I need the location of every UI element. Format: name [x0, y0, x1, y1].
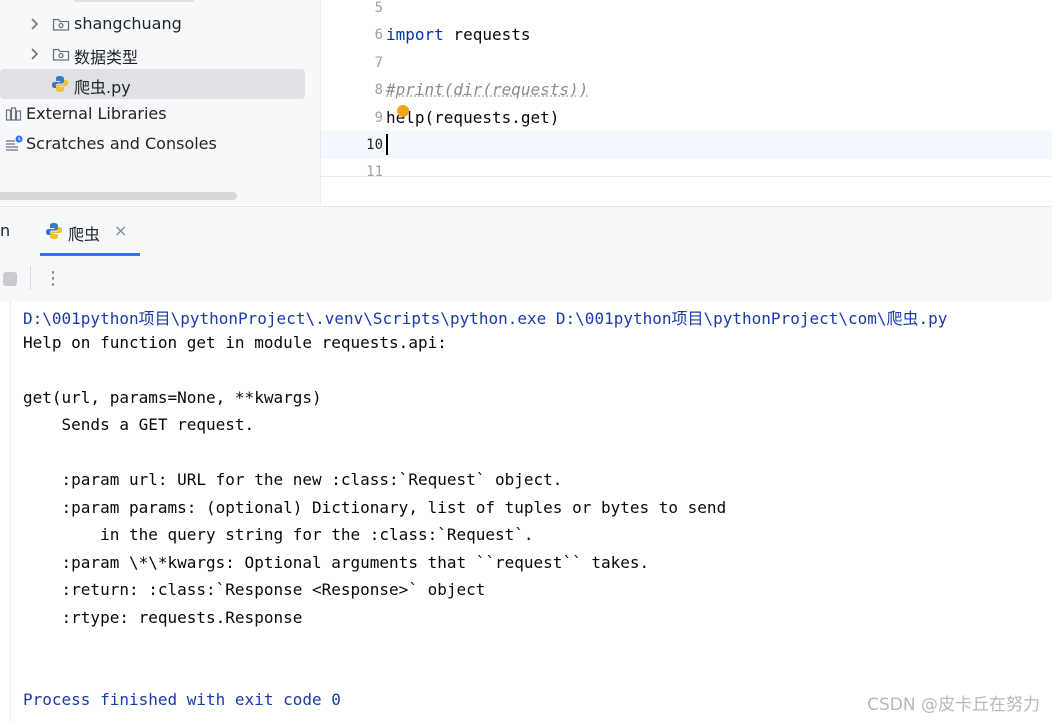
- tree-item-shangchuang[interactable]: shangchuang: [0, 9, 305, 39]
- toolbar-separator: [30, 266, 31, 290]
- code-line-9: help(requests.get): [386, 108, 560, 127]
- code-text: requests: [443, 25, 531, 44]
- console-gutter: [0, 301, 11, 722]
- tab-run-spider[interactable]: 爬虫 ×: [42, 207, 140, 256]
- line-number: 7: [374, 55, 383, 71]
- package-folder-icon: [52, 18, 70, 31]
- tab-label: 爬虫: [68, 225, 101, 244]
- project-tool-window: shangchuang 数据类型 爬虫.py External Librarie…: [0, 0, 321, 205]
- python-file-icon: [52, 76, 68, 92]
- line-number: 9: [374, 110, 383, 126]
- console-line: Sends a GET request.: [23, 415, 255, 434]
- console-line-exit-status: Process finished with exit code 0: [23, 690, 341, 709]
- tree-item-spider-py[interactable]: 爬虫.py: [0, 69, 305, 99]
- library-icon: [5, 107, 22, 121]
- chevron-right-icon[interactable]: [28, 16, 40, 32]
- close-icon[interactable]: ×: [114, 221, 127, 240]
- current-line-highlight: [321, 131, 1052, 159]
- editor-bottom-area: [321, 176, 1052, 207]
- tree-item-label: 爬虫.py: [74, 78, 131, 97]
- tree-item-label: shangchuang: [74, 14, 182, 33]
- active-tab-indicator: [40, 253, 140, 256]
- console-line: :param \*\*kwargs: Optional arguments th…: [23, 553, 650, 572]
- console-line: :param url: URL for the new :class:`Requ…: [23, 470, 563, 489]
- console-line-command: D:\001python项目\pythonProject\.venv\Scrip…: [23, 309, 948, 328]
- console-line: get(url, params=None, **kwargs): [23, 388, 322, 407]
- tree-item-label: 数据类型: [74, 48, 139, 67]
- line-number: 11: [366, 164, 383, 176]
- tree-item-scratches[interactable]: Scratches and Consoles: [0, 129, 305, 159]
- run-tool-window-header: n: [0, 206, 1052, 257]
- tree-item-label: Scratches and Consoles: [26, 134, 217, 153]
- text-caret: [386, 134, 388, 155]
- code-line-8-comment: #print(dir(requests)): [386, 80, 589, 99]
- code-editor[interactable]: 5 6 7 8 9 10 11 import requests #print(d…: [321, 0, 1052, 176]
- code-line-6: import requests: [386, 25, 531, 44]
- tree-item-label: External Libraries: [26, 104, 167, 123]
- console-line: :return: :class:`Response <Response>` ob…: [23, 580, 486, 599]
- console-line: :param params: (optional) Dictionary, li…: [23, 498, 727, 517]
- line-number: 6: [374, 27, 383, 43]
- console-line: in the query string for the :class:`Requ…: [23, 525, 534, 544]
- stop-icon[interactable]: [3, 272, 17, 286]
- package-folder-icon: [52, 48, 70, 61]
- tree-item-external-libraries[interactable]: External Libraries: [0, 99, 305, 129]
- line-number-gutter: 5 6 7 8 9 10 11: [321, 0, 383, 176]
- scratches-icon: [6, 135, 23, 151]
- line-number: 8: [374, 82, 383, 98]
- python-file-icon: [46, 223, 62, 239]
- console-line: :rtype: requests.Response: [23, 608, 303, 627]
- run-toolbar: [0, 257, 1052, 302]
- horizontal-scrollbar[interactable]: [0, 192, 237, 200]
- line-number: 5: [374, 0, 383, 16]
- keyword-import: import: [386, 25, 444, 44]
- console-line: Help on function get in module requests.…: [23, 333, 447, 352]
- watermark: CSDN @皮卡丘在努力: [867, 695, 1040, 715]
- intention-bulb-icon[interactable]: [397, 105, 409, 117]
- more-options-icon[interactable]: ⋮: [44, 266, 62, 292]
- chevron-right-icon[interactable]: [28, 46, 40, 62]
- partial-tab-label[interactable]: n: [0, 221, 10, 240]
- tree-item-data-types[interactable]: 数据类型: [0, 39, 305, 69]
- line-number-current: 10: [366, 137, 383, 153]
